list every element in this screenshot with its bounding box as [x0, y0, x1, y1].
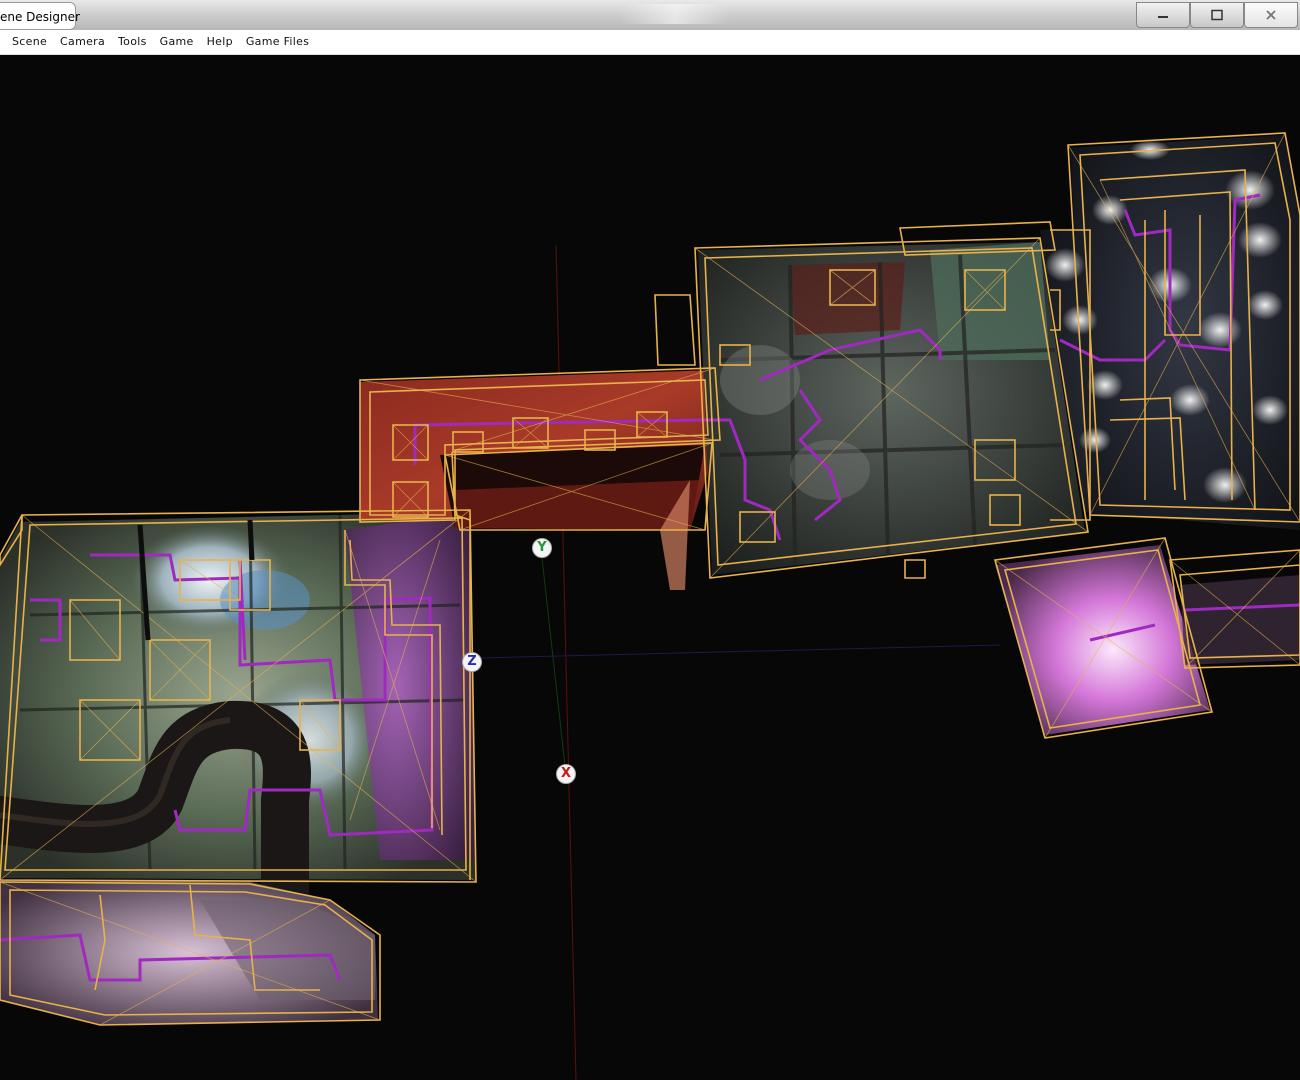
axis-y-label: Y [537, 540, 547, 555]
menu-scene[interactable]: Scene [0, 30, 53, 54]
window-controls [1136, 2, 1298, 28]
menu-help[interactable]: Help [201, 30, 239, 54]
axis-y-gizmo[interactable]: Y [532, 538, 552, 558]
menu-bar: Scene Camera Tools Game Help Game Files [0, 30, 1300, 55]
menu-game-files[interactable]: Game Files [240, 30, 315, 54]
title-bar: ene Designer [0, 0, 1300, 30]
window-title: ene Designer [0, 10, 80, 24]
title-glare [620, 4, 730, 24]
axis-z-gizmo[interactable]: Z [462, 652, 482, 672]
menu-camera[interactable]: Camera [54, 30, 111, 54]
axis-x-label: X [560, 766, 572, 781]
menu-game[interactable]: Game [154, 30, 200, 54]
axis-x-gizmo[interactable]: X [556, 764, 576, 784]
maximize-icon [1211, 9, 1223, 21]
axis-z-label: Z [467, 654, 477, 669]
bottom-left-room [0, 880, 378, 1025]
pink-room [995, 545, 1300, 735]
minimize-button[interactable] [1136, 2, 1190, 28]
maximize-button[interactable] [1190, 2, 1244, 28]
scene-render[interactable] [0, 55, 1300, 1080]
close-button[interactable] [1244, 2, 1298, 28]
menu-tools[interactable]: Tools [112, 30, 153, 54]
title-tab: ene Designer [0, 2, 80, 30]
scene-viewport[interactable]: Y Z X [0, 55, 1300, 1080]
close-icon [1266, 10, 1276, 20]
minimize-icon [1158, 16, 1168, 18]
